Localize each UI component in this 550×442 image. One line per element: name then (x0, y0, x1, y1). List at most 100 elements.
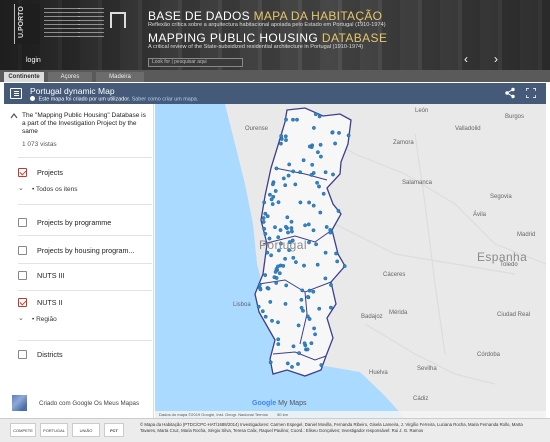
project-pin[interactable] (310, 162, 315, 167)
learn-create-map-link[interactable]: Saber como criar um mapa. (132, 97, 199, 103)
project-pin[interactable] (346, 133, 351, 138)
project-pin[interactable] (281, 176, 286, 181)
layer-label[interactable]: Projects by programme (37, 218, 111, 227)
project-pin[interactable] (307, 288, 312, 293)
project-pin[interactable] (315, 150, 320, 155)
project-pin[interactable] (291, 344, 296, 349)
project-pin[interactable] (268, 299, 273, 304)
project-pin[interactable] (342, 264, 347, 269)
project-pin[interactable] (334, 251, 339, 256)
project-pin[interactable] (302, 341, 307, 346)
project-pin[interactable] (306, 222, 311, 227)
project-pin[interactable] (268, 192, 272, 197)
project-pin[interactable] (283, 224, 288, 229)
project-pin[interactable] (274, 280, 279, 285)
project-pin[interactable] (296, 323, 301, 328)
project-pin[interactable] (311, 125, 316, 130)
project-pin[interactable] (279, 141, 283, 146)
project-pin[interactable] (284, 283, 289, 288)
project-pin[interactable] (278, 228, 283, 233)
project-pin[interactable] (273, 269, 278, 274)
project-pin[interactable] (271, 182, 275, 187)
next-arrow-button[interactable]: › (494, 52, 498, 66)
project-pin[interactable] (303, 223, 308, 228)
project-pin[interactable] (284, 138, 288, 142)
layer-label[interactable]: Districts (37, 350, 63, 359)
legend-toggle-icon[interactable] (10, 88, 22, 99)
layer-checkbox-checked[interactable] (18, 168, 27, 177)
project-pin[interactable] (307, 144, 312, 149)
chevron-up-icon[interactable] (10, 112, 18, 120)
project-pin[interactable] (283, 256, 288, 261)
project-pin[interactable] (298, 170, 303, 175)
project-pin[interactable] (311, 289, 316, 294)
project-pin[interactable] (328, 305, 333, 310)
project-pin[interactable] (270, 318, 274, 323)
project-pin[interactable] (335, 259, 340, 264)
project-pin[interactable] (262, 226, 267, 231)
project-pin[interactable] (305, 347, 310, 352)
project-pin[interactable] (289, 229, 294, 234)
project-pin[interactable] (285, 361, 290, 366)
project-pin[interactable] (293, 260, 298, 265)
fullscreen-icon[interactable] (526, 88, 536, 98)
project-pin[interactable] (321, 191, 326, 196)
project-pin[interactable] (328, 230, 333, 235)
project-pin[interactable] (263, 273, 268, 278)
map-canvas[interactable]: Valladolid León Burgos Zamora Salamanca … (155, 104, 546, 418)
project-pin[interactable] (273, 225, 277, 230)
chevron-down-icon[interactable]: ⌄ (18, 314, 24, 322)
project-pin[interactable] (309, 173, 314, 177)
tab-madeira[interactable]: Madeira (96, 72, 144, 82)
project-pin[interactable] (296, 362, 300, 366)
project-pin[interactable] (276, 342, 281, 347)
project-pin[interactable] (287, 162, 292, 167)
project-pin[interactable] (307, 240, 311, 245)
layer-checkbox[interactable] (18, 271, 27, 280)
layer-checkbox[interactable] (18, 246, 27, 255)
project-pin[interactable] (285, 215, 290, 220)
project-pin[interactable] (299, 297, 304, 302)
project-pin[interactable] (291, 255, 296, 260)
project-pin[interactable] (258, 287, 263, 292)
project-pin[interactable] (323, 170, 328, 175)
project-pin[interactable] (260, 309, 265, 314)
project-pin[interactable] (276, 337, 281, 342)
project-pin[interactable] (337, 130, 341, 135)
project-pin[interactable] (313, 112, 318, 117)
project-pin[interactable] (263, 314, 268, 319)
project-pin[interactable] (262, 200, 267, 205)
project-pin[interactable] (281, 263, 286, 268)
created-with-text[interactable]: Criado com Google Os Meus Mapas (39, 400, 139, 407)
previous-arrow-button[interactable]: ‹ (464, 52, 468, 66)
project-pin[interactable] (301, 158, 306, 163)
project-pin[interactable] (286, 173, 291, 178)
project-pin[interactable] (336, 209, 341, 213)
project-pin[interactable] (312, 326, 317, 331)
project-pin[interactable] (297, 351, 302, 356)
project-pin[interactable] (276, 200, 281, 205)
project-pin[interactable] (279, 137, 284, 141)
project-pin[interactable] (317, 184, 321, 189)
project-pin[interactable] (263, 231, 268, 236)
project-pin[interactable] (273, 189, 278, 193)
login-link[interactable]: login (26, 57, 41, 64)
project-pin[interactable] (291, 117, 295, 122)
project-pin[interactable] (270, 202, 275, 207)
layer-checkbox[interactable] (18, 218, 27, 227)
project-pin[interactable] (295, 117, 299, 122)
project-pin[interactable] (256, 304, 261, 309)
layer-checkbox[interactable] (18, 350, 27, 359)
chevron-down-icon[interactable]: ⌄ (18, 184, 24, 192)
project-pin[interactable] (279, 134, 284, 138)
project-pin[interactable] (317, 114, 322, 119)
project-pin[interactable] (317, 306, 322, 311)
project-pin[interactable] (311, 228, 316, 233)
project-pin[interactable] (298, 200, 303, 205)
project-pin[interactable] (324, 225, 329, 229)
project-pin[interactable] (318, 210, 323, 215)
project-pin[interactable] (311, 203, 316, 208)
project-pin[interactable] (300, 288, 305, 293)
project-pin[interactable] (266, 286, 271, 291)
project-pin[interactable] (313, 332, 318, 337)
